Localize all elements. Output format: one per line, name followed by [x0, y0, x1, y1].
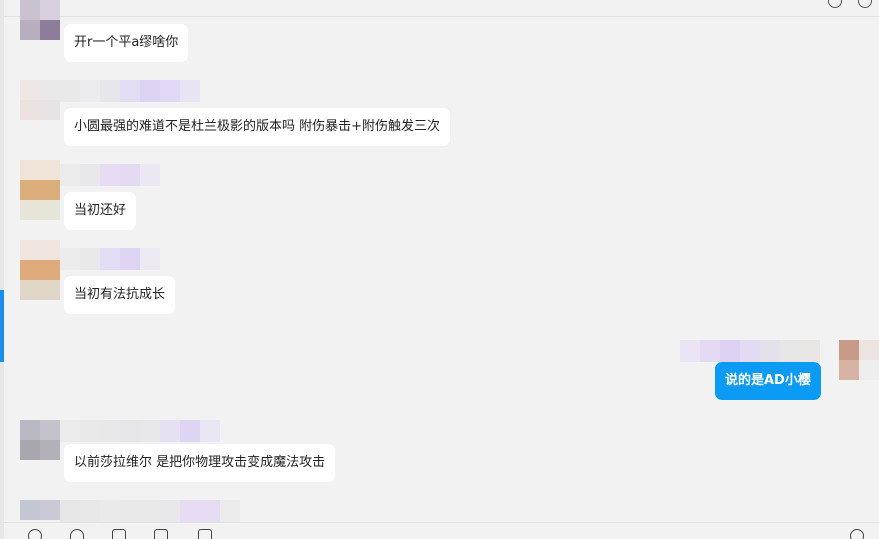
message-bubble[interactable]: 当初还好: [64, 192, 137, 230]
avatar[interactable]: [20, 240, 60, 300]
sender-name: [60, 500, 240, 522]
folder-icon[interactable]: [112, 529, 126, 539]
message-list[interactable]: 开r一个平a缪啥你 小圆最强的难道不是杜兰极影的版本吗 附伤暴击+附伤触发三次: [0, 0, 879, 522]
message-bubble[interactable]: 开r一个平a缪啥你: [64, 24, 189, 62]
chat-window: 开r一个平a缪啥你 小圆最强的难道不是杜兰极影的版本吗 附伤暴击+附伤触发三次: [0, 0, 879, 539]
mic-icon[interactable]: [198, 529, 212, 539]
message-bubble-self[interactable]: 说的是AD小樱: [715, 362, 821, 400]
avatar[interactable]: [20, 500, 60, 520]
sender-name: [60, 164, 160, 186]
sender-name: [60, 80, 200, 102]
sender-name: [60, 248, 160, 270]
history-icon[interactable]: [850, 529, 864, 539]
avatar[interactable]: [20, 0, 60, 40]
avatar[interactable]: [20, 420, 60, 460]
sender-name: [60, 420, 220, 442]
image-icon[interactable]: [154, 529, 168, 539]
scissors-icon[interactable]: [70, 529, 84, 539]
message-bubble[interactable]: 当初有法抗成长: [64, 276, 176, 314]
emoji-icon[interactable]: [28, 529, 42, 539]
message-bubble[interactable]: 以前莎拉维尔 是把你物理攻击变成魔法攻击: [64, 444, 336, 482]
input-toolbar: [4, 522, 879, 539]
sender-name: [680, 340, 820, 362]
avatar[interactable]: [839, 340, 879, 380]
avatar[interactable]: [20, 160, 60, 220]
avatar[interactable]: [20, 80, 60, 120]
message-bubble[interactable]: 小圆最强的难道不是杜兰极影的版本吗 附伤暴击+附伤触发三次: [64, 108, 451, 146]
